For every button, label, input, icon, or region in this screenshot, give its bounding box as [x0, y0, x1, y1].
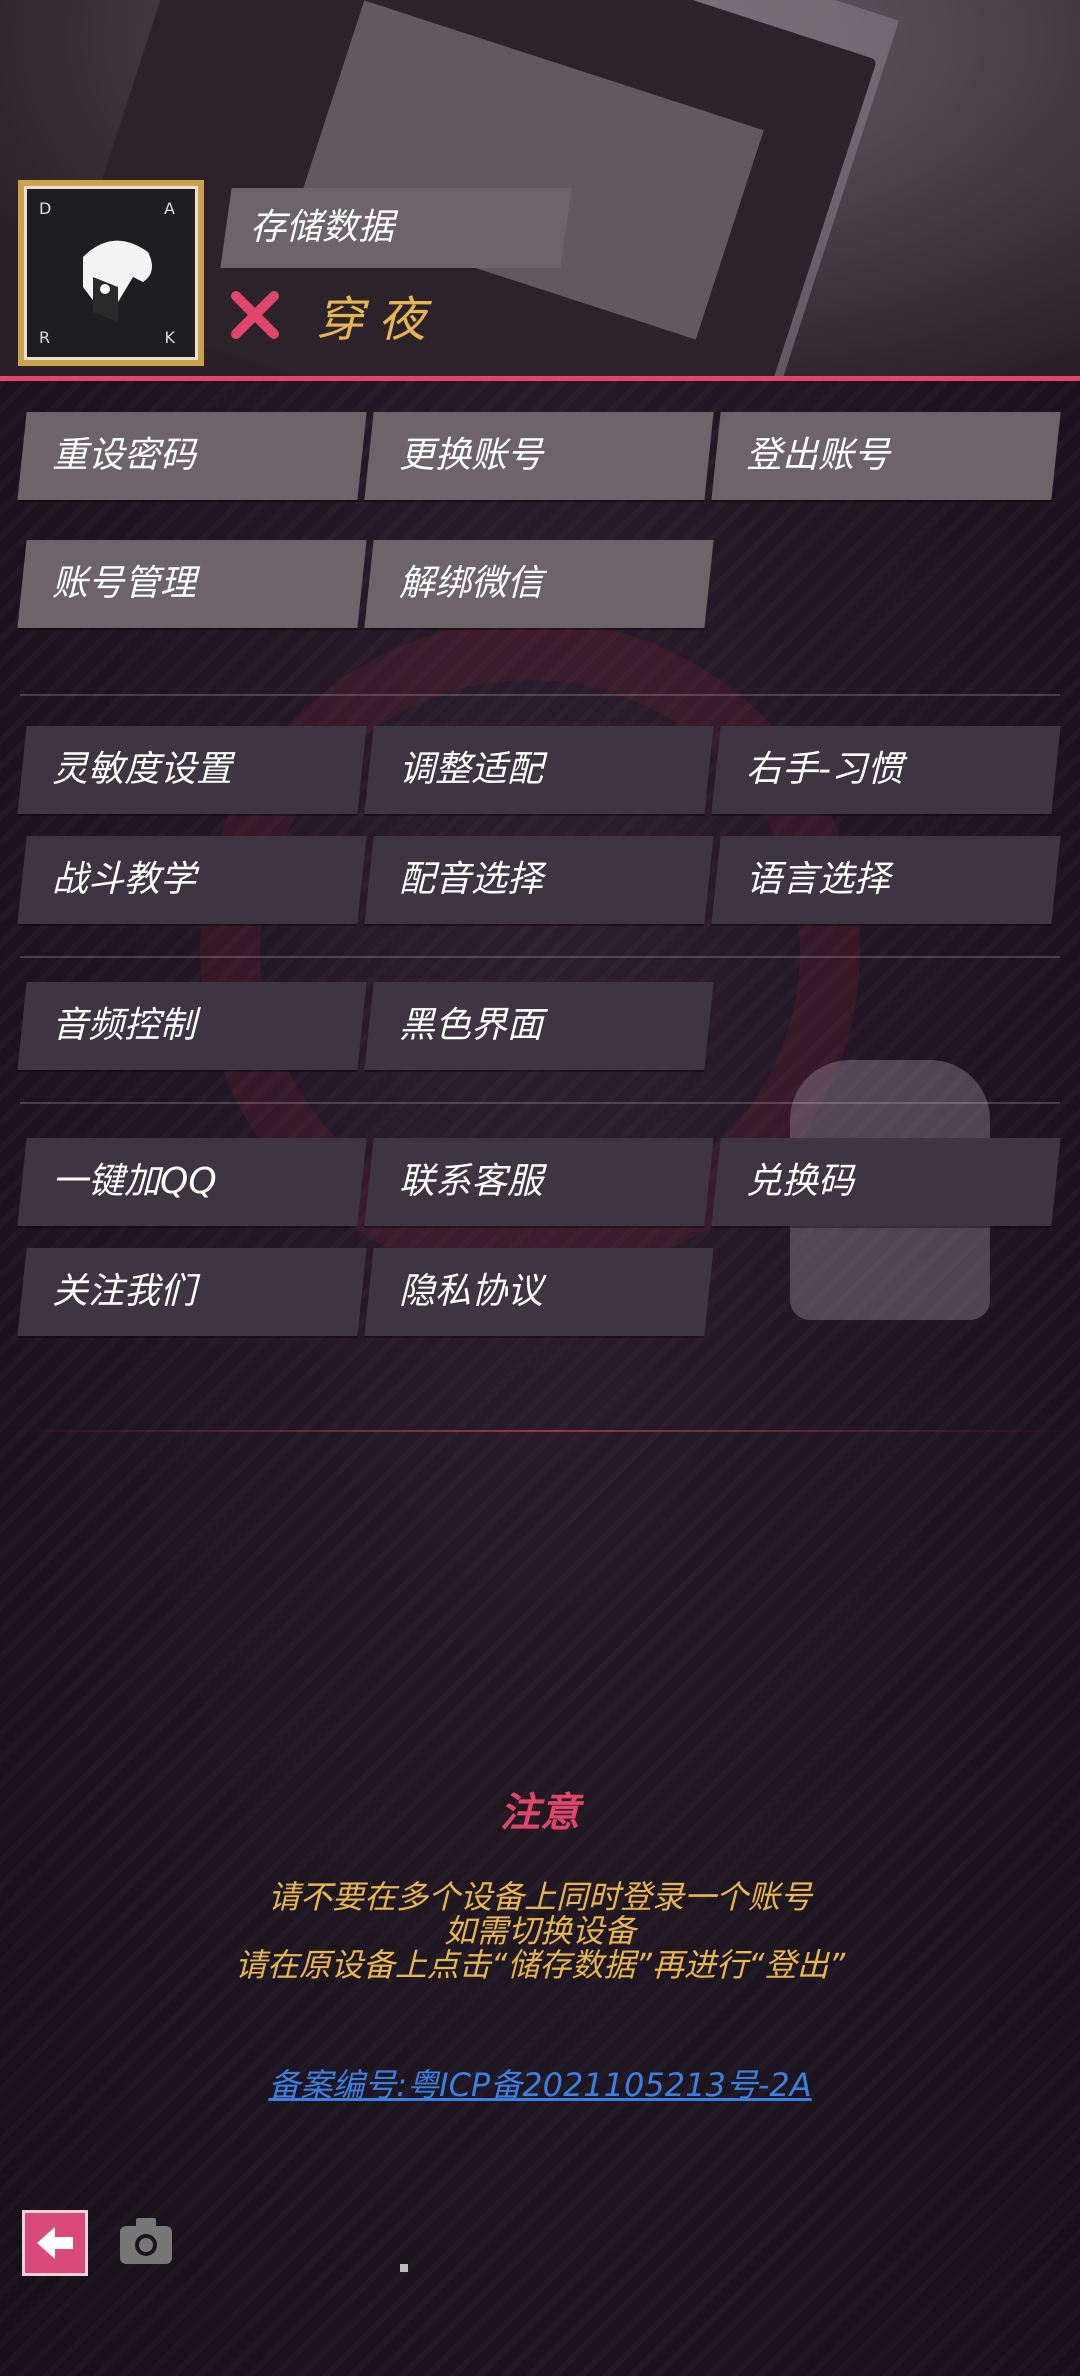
save-data-button[interactable]: 存储数据 — [220, 188, 572, 268]
username: 穿夜 — [316, 292, 441, 348]
arrow-left-icon — [37, 2227, 73, 2259]
follow-us-button[interactable]: 关注我们 — [17, 1248, 367, 1336]
account-management-button[interactable]: 账号管理 — [17, 540, 367, 628]
sensitivity-settings-button[interactable]: 灵敏度设置 — [17, 726, 367, 814]
audio-control-button[interactable]: 音频控制 — [17, 982, 367, 1070]
character-portrait-icon — [83, 240, 152, 322]
avatar-corner-letter: A — [164, 199, 175, 218]
save-data-label: 存储数据 — [250, 207, 395, 248]
section-divider — [20, 956, 1060, 958]
unbind-wechat-button[interactable]: 解绑微信 — [364, 540, 714, 628]
adjust-fit-button[interactable]: 调整适配 — [364, 726, 714, 814]
change-account-button[interactable]: 更换账号 — [364, 412, 714, 500]
notice-title: 注意 — [500, 1790, 580, 1836]
camera-icon[interactable] — [116, 2214, 176, 2268]
section-divider — [20, 1102, 1060, 1104]
background-glow-line — [0, 1430, 1080, 1432]
combat-tutorial-button[interactable]: 战斗教学 — [17, 836, 367, 924]
reset-password-button[interactable]: 重设密码 — [17, 412, 367, 500]
join-qq-button[interactable]: 一键加QQ — [17, 1138, 367, 1226]
logout-button[interactable]: 登出账号 — [711, 412, 1061, 500]
notice-line: 请在原设备上点击“储存数据”再进行“登出” — [234, 1946, 846, 1984]
avatar-corner-letter: R — [39, 328, 51, 347]
contact-support-button[interactable]: 联系客服 — [364, 1138, 714, 1226]
avatar-corner-letter: D — [39, 199, 52, 218]
avatar-corner-letter: K — [164, 328, 176, 347]
back-button[interactable] — [22, 2210, 88, 2276]
dark-interface-button[interactable]: 黑色界面 — [364, 982, 714, 1070]
right-hand-habit-button[interactable]: 右手-习惯 — [711, 726, 1061, 814]
avatar[interactable]: D A R K — [18, 180, 204, 366]
icp-link[interactable]: 备案编号:粤ICP备2021105213号-2A — [0, 2060, 1080, 2106]
language-selection-button[interactable]: 语言选择 — [711, 836, 1061, 924]
x-mark-icon — [231, 291, 279, 339]
privacy-policy-button[interactable]: 隐私协议 — [364, 1248, 714, 1336]
voice-selection-button[interactable]: 配音选择 — [364, 836, 714, 924]
section-divider — [20, 694, 1060, 696]
redeem-code-button[interactable]: 兑换码 — [711, 1138, 1061, 1226]
indicator-dot — [400, 2264, 408, 2272]
